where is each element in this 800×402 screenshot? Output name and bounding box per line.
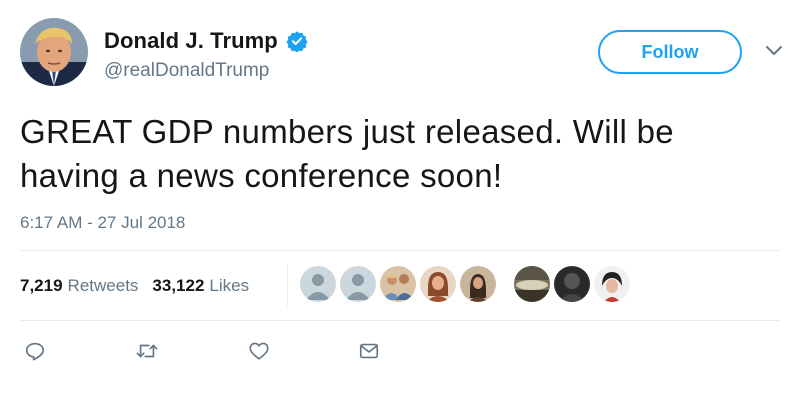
likes-stat[interactable]: 33,122 Likes (152, 276, 249, 296)
follow-button[interactable]: Follow (598, 30, 742, 74)
direct-message-icon (358, 340, 380, 367)
tweet-text-line: GREAT GDP numbers just released. Will be (20, 113, 674, 150)
tweet-actions (20, 338, 440, 368)
retweet-icon (135, 340, 159, 367)
stats-separator (287, 264, 288, 306)
retweet-button[interactable] (132, 338, 162, 368)
author-avatar[interactable] (20, 18, 88, 86)
tweet-text-line: having a news conference soon! (20, 157, 503, 194)
retweets-count: 7,219 (20, 276, 63, 295)
liker-avatar[interactable] (460, 266, 496, 302)
direct-message-button[interactable] (354, 338, 384, 368)
author-handle[interactable]: @realDonaldTrump (104, 60, 269, 82)
likes-count: 33,122 (152, 276, 205, 295)
liker-avatar[interactable] (380, 266, 416, 302)
tweet-text: GREAT GDP numbers just released. Will be… (20, 110, 780, 198)
chevron-down-icon[interactable] (764, 44, 784, 58)
tweet-card: Donald J. Trump @realDonaldTrump Follow … (0, 0, 800, 402)
author-name-row: Donald J. Trump (104, 28, 308, 54)
reply-button[interactable] (20, 338, 50, 368)
like-button[interactable] (244, 338, 274, 368)
verified-badge-icon (286, 30, 308, 53)
liker-avatar[interactable] (514, 266, 550, 302)
tweet-stats: 7,219 Retweets 33,122 Likes (20, 276, 263, 296)
liker-avatar[interactable] (340, 266, 376, 302)
author-name[interactable]: Donald J. Trump (104, 28, 278, 54)
retweets-label: Retweets (67, 276, 139, 295)
liker-avatar[interactable] (420, 266, 456, 302)
likes-label: Likes (209, 276, 250, 295)
divider (20, 320, 780, 321)
liker-avatar[interactable] (300, 266, 336, 302)
liker-avatar[interactable] (554, 266, 590, 302)
liker-avatar[interactable] (594, 266, 630, 302)
liker-avatars (300, 266, 634, 302)
tweet-timestamp[interactable]: 6:17 AM - 27 Jul 2018 (20, 213, 185, 233)
reply-icon (24, 340, 46, 367)
divider (20, 250, 780, 251)
like-icon (248, 340, 270, 367)
retweets-stat[interactable]: 7,219 Retweets (20, 276, 138, 296)
